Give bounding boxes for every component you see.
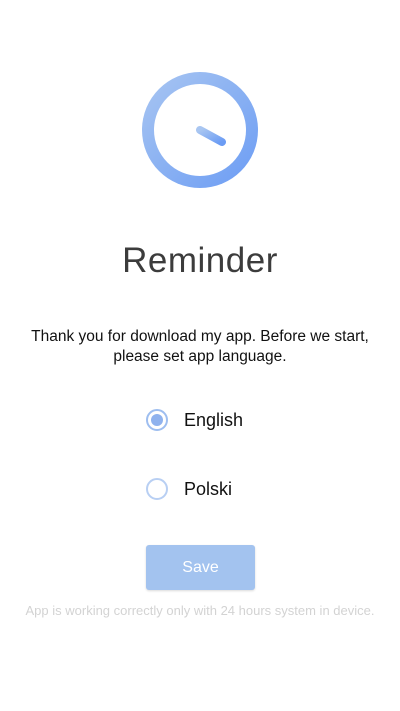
save-button[interactable]: Save [146,545,255,590]
radio-checked-icon[interactable] [146,409,168,431]
language-option-label: English [184,409,244,430]
language-option-polski[interactable]: Polski [146,474,232,504]
radio-unchecked-icon[interactable] [146,478,168,500]
app-title: Reminder [122,241,278,280]
clock-icon [142,72,258,188]
language-option-label: Polski [184,478,233,499]
intro-text: Thank you for download my app. Before we… [31,328,369,365]
language-option-english[interactable]: English [146,405,243,435]
time-format-note: App is working correctly only with 24 ho… [25,603,375,618]
language-setup-screen: Reminder Thank you for download my app. … [0,0,400,711]
